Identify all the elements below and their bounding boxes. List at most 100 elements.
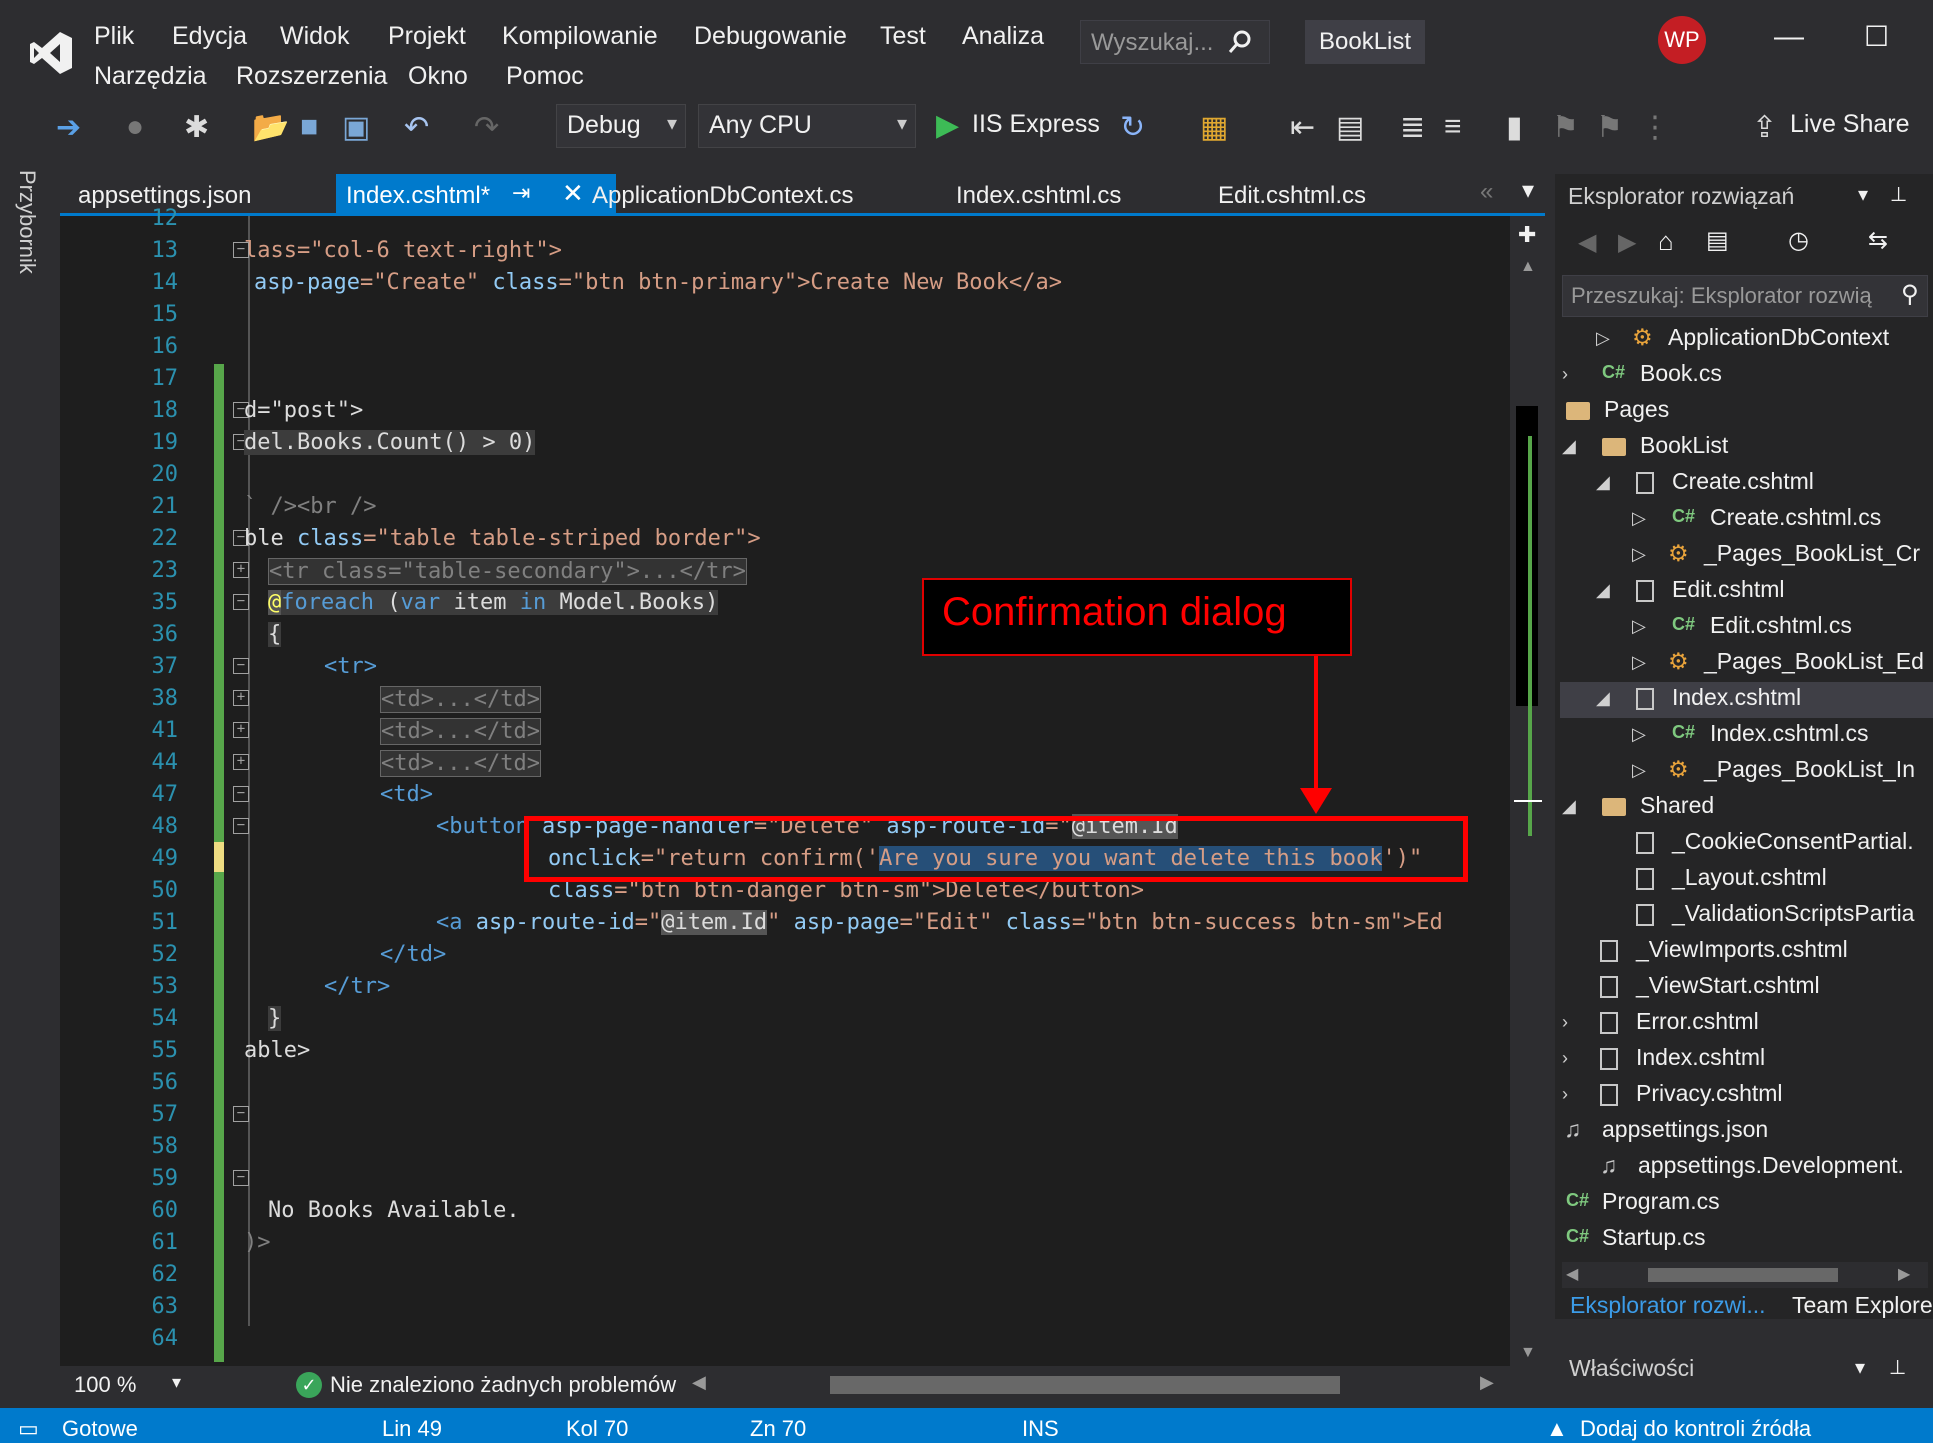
menu-project[interactable]: Projekt bbox=[388, 22, 466, 51]
forward-icon[interactable]: ▶ bbox=[1618, 228, 1636, 257]
panel-dropdown-icon[interactable]: ▾ bbox=[1855, 1355, 1865, 1380]
step-into-icon[interactable]: ⇤ bbox=[1290, 110, 1315, 145]
tab-index-cshtml-cs[interactable]: Index.cshtml.cs bbox=[946, 174, 1131, 214]
fold-toggle[interactable]: − bbox=[233, 786, 249, 802]
expand-icon[interactable]: › bbox=[1562, 1084, 1568, 1105]
fold-toggle[interactable]: − bbox=[233, 594, 249, 610]
menu-extensions[interactable]: Rozszerzenia bbox=[236, 62, 387, 91]
close-icon[interactable]: ✕ bbox=[562, 178, 584, 209]
editor-hscroll-thumb[interactable] bbox=[830, 1376, 1340, 1394]
split-window-icon[interactable]: ✚ bbox=[1518, 222, 1536, 248]
collapse-icon[interactable]: ◢ bbox=[1596, 472, 1610, 493]
expand-icon[interactable]: ▷ bbox=[1632, 652, 1646, 673]
expand-icon[interactable]: ▷ bbox=[1632, 616, 1646, 637]
source-control-icon[interactable]: ▲ bbox=[1546, 1416, 1568, 1442]
fold-toggle[interactable]: + bbox=[233, 690, 249, 706]
panel-dropdown-icon[interactable]: ▾ bbox=[1858, 182, 1868, 207]
expand-icon[interactable]: ▷ bbox=[1632, 760, 1646, 781]
comment-icon[interactable]: ≣ bbox=[1400, 110, 1425, 145]
sync-icon[interactable]: ⇆ bbox=[1868, 226, 1888, 255]
switch-views-icon[interactable]: ▤ bbox=[1706, 226, 1729, 255]
scroll-thumb[interactable] bbox=[1648, 1268, 1838, 1282]
tab-index-cshtml[interactable]: Index.cshtml* ⇥ ✕ bbox=[336, 174, 616, 214]
overflow-icon[interactable]: ⋮ bbox=[1640, 110, 1670, 145]
solution-explorer-hscrollbar[interactable]: ◀ ▶ bbox=[1562, 1262, 1928, 1288]
maximize-icon[interactable]: ☐ bbox=[1864, 20, 1889, 53]
chevron-down-icon[interactable]: ▾ bbox=[172, 1372, 181, 1393]
menu-test[interactable]: Test bbox=[880, 22, 926, 51]
fold-toggle[interactable]: − bbox=[233, 818, 249, 834]
uncomment-icon[interactable]: ≡ bbox=[1444, 110, 1462, 144]
pending-changes-icon[interactable]: ◷ bbox=[1788, 226, 1809, 255]
tab-team-explorer[interactable]: Team Explore bbox=[1792, 1292, 1933, 1319]
prev-bookmark-icon[interactable]: ⚑ bbox=[1552, 110, 1579, 145]
scroll-left-icon[interactable]: ◀ bbox=[1566, 1264, 1578, 1284]
configuration-dropdown[interactable]: Debug ▾ bbox=[556, 104, 686, 148]
collapse-icon[interactable]: ◢ bbox=[1562, 796, 1576, 817]
fold-toggle[interactable]: + bbox=[233, 754, 249, 770]
user-avatar[interactable]: WP bbox=[1658, 16, 1706, 64]
bookmark-icon[interactable]: ▮ bbox=[1506, 110, 1523, 145]
menu-analyze[interactable]: Analiza bbox=[962, 22, 1044, 51]
editor-vertical-scrollbar[interactable]: ✚ ▲ ▼ bbox=[1510, 216, 1546, 1366]
collapse-icon[interactable]: ◢ bbox=[1596, 688, 1610, 709]
browser-link-icon[interactable]: ▦ bbox=[1200, 110, 1228, 145]
fold-toggle[interactable]: − bbox=[233, 1106, 249, 1122]
tab-dropdown-icon[interactable]: ▾ bbox=[1522, 176, 1534, 205]
fold-toggle[interactable]: − bbox=[233, 1170, 249, 1186]
scroll-left-icon[interactable]: ◀ bbox=[692, 1372, 706, 1393]
output-icon[interactable]: ▭ bbox=[18, 1416, 39, 1442]
tab-solution-explorer[interactable]: Eksplorator rozwi... bbox=[1570, 1292, 1766, 1319]
save-icon[interactable]: ■ bbox=[300, 110, 318, 144]
zoom-dropdown[interactable]: 100 % bbox=[74, 1372, 136, 1398]
expand-icon[interactable]: › bbox=[1562, 1012, 1568, 1033]
solution-config-icon[interactable]: ▤ bbox=[1336, 110, 1364, 145]
toolbox-strip[interactable]: Przybornik bbox=[0, 160, 52, 1390]
undo-icon[interactable]: ↶ bbox=[404, 110, 429, 145]
problems-status[interactable]: Nie znaleziono żadnych problemów bbox=[330, 1372, 676, 1398]
platform-dropdown[interactable]: Any CPU ▾ bbox=[698, 104, 916, 148]
code-line-38-collapsed[interactable]: <td>...</td> bbox=[380, 686, 541, 713]
scroll-tabs-icon[interactable]: « bbox=[1480, 178, 1493, 206]
next-bookmark-icon[interactable]: ⚑ bbox=[1596, 110, 1623, 145]
scroll-up-icon[interactable]: ▲ bbox=[1520, 258, 1536, 276]
menu-file[interactable]: Plik bbox=[94, 22, 134, 51]
save-all-icon[interactable]: ▣ bbox=[342, 110, 370, 145]
search-input[interactable]: Wyszukaj... bbox=[1080, 20, 1270, 64]
fold-toggle[interactable]: + bbox=[233, 562, 249, 578]
scroll-right-icon[interactable]: ▶ bbox=[1480, 1372, 1494, 1393]
menu-view[interactable]: Widok bbox=[280, 22, 349, 51]
live-share-button[interactable]: Live Share bbox=[1790, 110, 1910, 139]
scroll-down-icon[interactable]: ▼ bbox=[1520, 1344, 1536, 1362]
add-to-source-control[interactable]: Dodaj do kontroli źródła bbox=[1580, 1416, 1811, 1442]
pin-icon[interactable]: ⇥ bbox=[512, 180, 530, 206]
expand-icon[interactable]: ▷ bbox=[1632, 724, 1646, 745]
back-icon[interactable]: ◀ bbox=[1578, 228, 1596, 257]
fold-toggle[interactable]: − bbox=[233, 658, 249, 674]
scroll-map[interactable] bbox=[1516, 406, 1538, 706]
tab-applicationdbcontext[interactable]: ApplicationDbContext.cs bbox=[582, 174, 863, 214]
refresh-icon[interactable]: ↻ bbox=[1120, 110, 1145, 145]
run-target-button[interactable]: IIS Express bbox=[972, 110, 1100, 139]
code-line-23-collapsed[interactable]: <tr class="table-secondary">...</tr> bbox=[268, 558, 747, 585]
solution-explorer-search[interactable]: Przeszukaj: Eksplorator rozwią ⚲ bbox=[1562, 275, 1928, 317]
minimize-icon[interactable]: — bbox=[1774, 20, 1804, 54]
back-icon[interactable]: ➔ bbox=[56, 110, 81, 145]
scroll-right-icon[interactable]: ▶ bbox=[1898, 1264, 1910, 1284]
expand-icon[interactable]: ▷ bbox=[1596, 328, 1610, 349]
home-icon[interactable]: ⌂ bbox=[1658, 226, 1674, 257]
run-icon[interactable]: ▶ bbox=[936, 108, 959, 143]
expand-icon[interactable]: ▷ bbox=[1632, 544, 1646, 565]
code-line-41-collapsed[interactable]: <td>...</td> bbox=[380, 718, 541, 745]
code-line-44-collapsed[interactable]: <td>...</td> bbox=[380, 750, 541, 777]
menu-build[interactable]: Kompilowanie bbox=[502, 22, 658, 51]
menu-edit[interactable]: Edycja bbox=[172, 22, 247, 51]
collapse-icon[interactable]: ◢ bbox=[1596, 580, 1610, 601]
redo-icon[interactable]: ↷ bbox=[474, 110, 499, 145]
expand-icon[interactable]: › bbox=[1562, 1048, 1568, 1069]
collapse-icon[interactable]: ◢ bbox=[1562, 436, 1576, 457]
menu-tools[interactable]: Narzędzia bbox=[94, 62, 207, 91]
menu-debug[interactable]: Debugowanie bbox=[694, 22, 847, 51]
expand-icon[interactable]: › bbox=[1562, 364, 1568, 385]
menu-window[interactable]: Okno bbox=[408, 62, 468, 91]
